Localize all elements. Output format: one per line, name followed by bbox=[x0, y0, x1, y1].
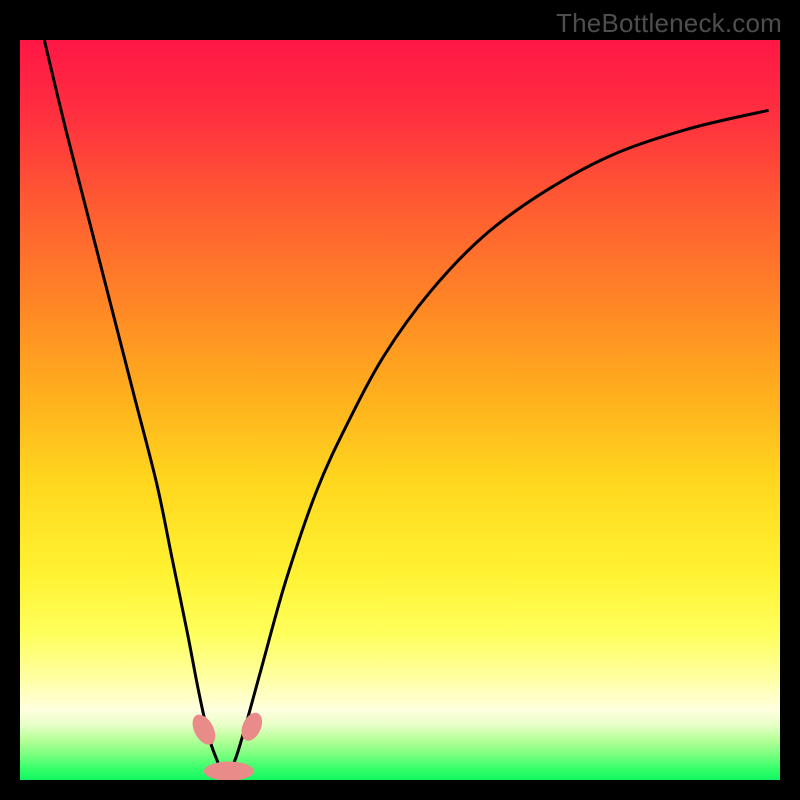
bottom-lobe-blob bbox=[204, 762, 254, 781]
marker-group bbox=[188, 709, 266, 780]
chart-stage: TheBottleneck.com bbox=[0, 0, 800, 800]
watermark-text: TheBottleneck.com bbox=[556, 8, 782, 39]
left-lobe-dot bbox=[188, 711, 220, 749]
plot-frame bbox=[20, 40, 780, 780]
curve-layer bbox=[20, 40, 780, 780]
bottleneck-curve bbox=[44, 40, 768, 773]
